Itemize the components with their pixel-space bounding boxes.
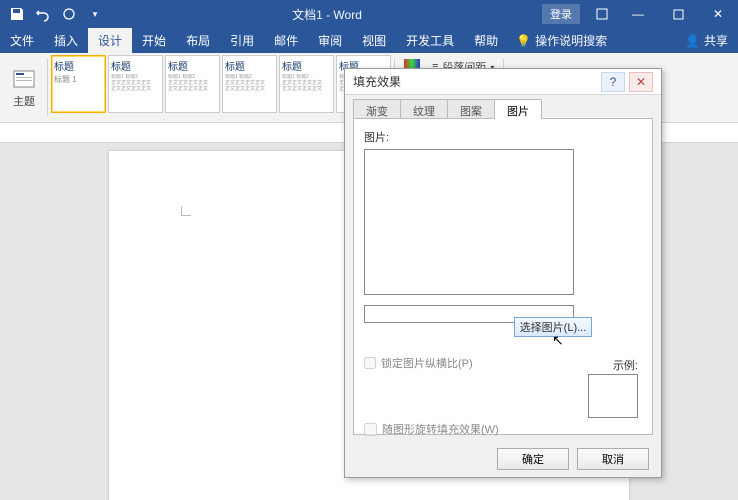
- dialog-title: 填充效果: [353, 73, 401, 90]
- tab-devtools[interactable]: 开发工具: [396, 28, 464, 53]
- share-button[interactable]: 👤 共享: [675, 28, 738, 53]
- minimize-icon[interactable]: —: [618, 0, 658, 28]
- dialog-buttons: 确定 取消: [345, 441, 661, 477]
- dialog-close-icon[interactable]: ✕: [629, 72, 653, 92]
- fill-effects-dialog: 填充效果 ? ✕ 渐变 纹理 图案 图片 图片: 选择图片(L)... ↖ 锁定…: [344, 68, 662, 478]
- qat-dropdown-icon[interactable]: ▾: [84, 3, 106, 25]
- title-bar: ▾ 文档1 - Word 登录 — ✕: [0, 0, 738, 28]
- dialog-content: 图片: 选择图片(L)... ↖ 锁定图片纵横比(P) 示例: 随图形旋转填充效…: [353, 118, 653, 435]
- rotate-fill-input[interactable]: [364, 423, 377, 436]
- share-icon: 👤: [685, 34, 700, 48]
- rotate-fill-checkbox[interactable]: 随图形旋转填充效果(W): [364, 421, 499, 437]
- dialog-tab-gradient[interactable]: 渐变: [353, 99, 401, 119]
- themes-label: 主题: [13, 93, 35, 109]
- dialog-titlebar: 填充效果 ? ✕: [345, 69, 661, 95]
- ok-button[interactable]: 确定: [497, 448, 569, 470]
- gallery-item[interactable]: 标题标题1 标题2正文正文正文正文正文正文正文正文: [108, 55, 163, 113]
- window-controls: 登录 — ✕: [542, 0, 738, 28]
- tab-view[interactable]: 视图: [352, 28, 396, 53]
- dialog-tabs: 渐变 纹理 图案 图片: [345, 95, 661, 119]
- ribbon-tabs: 文件 插入 设计 开始 布局 引用 邮件 审阅 视图 开发工具 帮助 💡 操作说…: [0, 28, 738, 53]
- tab-design[interactable]: 设计: [88, 28, 132, 53]
- tab-layout[interactable]: 布局: [176, 28, 220, 53]
- tab-file[interactable]: 文件: [0, 28, 44, 53]
- tab-references[interactable]: 引用: [220, 28, 264, 53]
- close-icon[interactable]: ✕: [698, 0, 738, 28]
- tell-me-label: 操作说明搜索: [535, 32, 607, 49]
- gallery-item[interactable]: 标题标题1 标题2正文正文正文正文正文正文正文正文: [165, 55, 220, 113]
- maximize-icon[interactable]: [658, 0, 698, 28]
- sample-label: 示例:: [613, 357, 638, 373]
- tab-home[interactable]: 开始: [132, 28, 176, 53]
- lock-aspect-input[interactable]: [364, 357, 376, 369]
- tab-insert[interactable]: 插入: [44, 28, 88, 53]
- lightbulb-icon: 💡: [516, 34, 531, 48]
- share-label: 共享: [704, 32, 728, 49]
- themes-icon: [12, 67, 36, 91]
- sample-box: [588, 374, 638, 418]
- select-picture-button[interactable]: 选择图片(L)...: [514, 317, 592, 337]
- themes-button[interactable]: 主题: [4, 55, 44, 120]
- lock-aspect-label: 锁定图片纵横比(P): [381, 355, 473, 371]
- picture-preview-box: [364, 149, 574, 295]
- cancel-button[interactable]: 取消: [577, 448, 649, 470]
- quick-access-toolbar: ▾: [0, 3, 112, 25]
- undo-icon[interactable]: [32, 3, 54, 25]
- dialog-help-icon[interactable]: ?: [601, 72, 625, 92]
- dialog-tab-pattern[interactable]: 图案: [447, 99, 495, 119]
- login-button[interactable]: 登录: [542, 4, 580, 24]
- save-icon[interactable]: [6, 3, 28, 25]
- dialog-tab-picture[interactable]: 图片: [494, 99, 542, 119]
- document-title: 文档1 - Word: [112, 6, 542, 23]
- ribbon-display-icon[interactable]: [586, 0, 618, 28]
- lock-aspect-checkbox[interactable]: 锁定图片纵横比(P): [364, 355, 642, 371]
- margin-mark-icon: [181, 206, 191, 216]
- picture-label: 图片:: [364, 129, 642, 145]
- gallery-item[interactable]: 标题标题1 标题2正文正文正文正文正文正文正文正文: [222, 55, 277, 113]
- redo-icon[interactable]: [58, 3, 80, 25]
- tab-review[interactable]: 审阅: [308, 28, 352, 53]
- dialog-tab-texture[interactable]: 纹理: [400, 99, 448, 119]
- tab-mailings[interactable]: 邮件: [264, 28, 308, 53]
- tell-me-search[interactable]: 💡 操作说明搜索: [508, 28, 615, 53]
- gallery-item[interactable]: 标题标题1 标题2正文正文正文正文正文正文正文正文: [279, 55, 334, 113]
- tab-help[interactable]: 帮助: [464, 28, 508, 53]
- gallery-item[interactable]: 标题标题 1: [51, 55, 106, 113]
- rotate-fill-label: 随图形旋转填充效果(W): [382, 421, 499, 437]
- style-gallery[interactable]: 标题标题 1 标题标题1 标题2正文正文正文正文正文正文正文正文 标题标题1 标…: [51, 55, 391, 120]
